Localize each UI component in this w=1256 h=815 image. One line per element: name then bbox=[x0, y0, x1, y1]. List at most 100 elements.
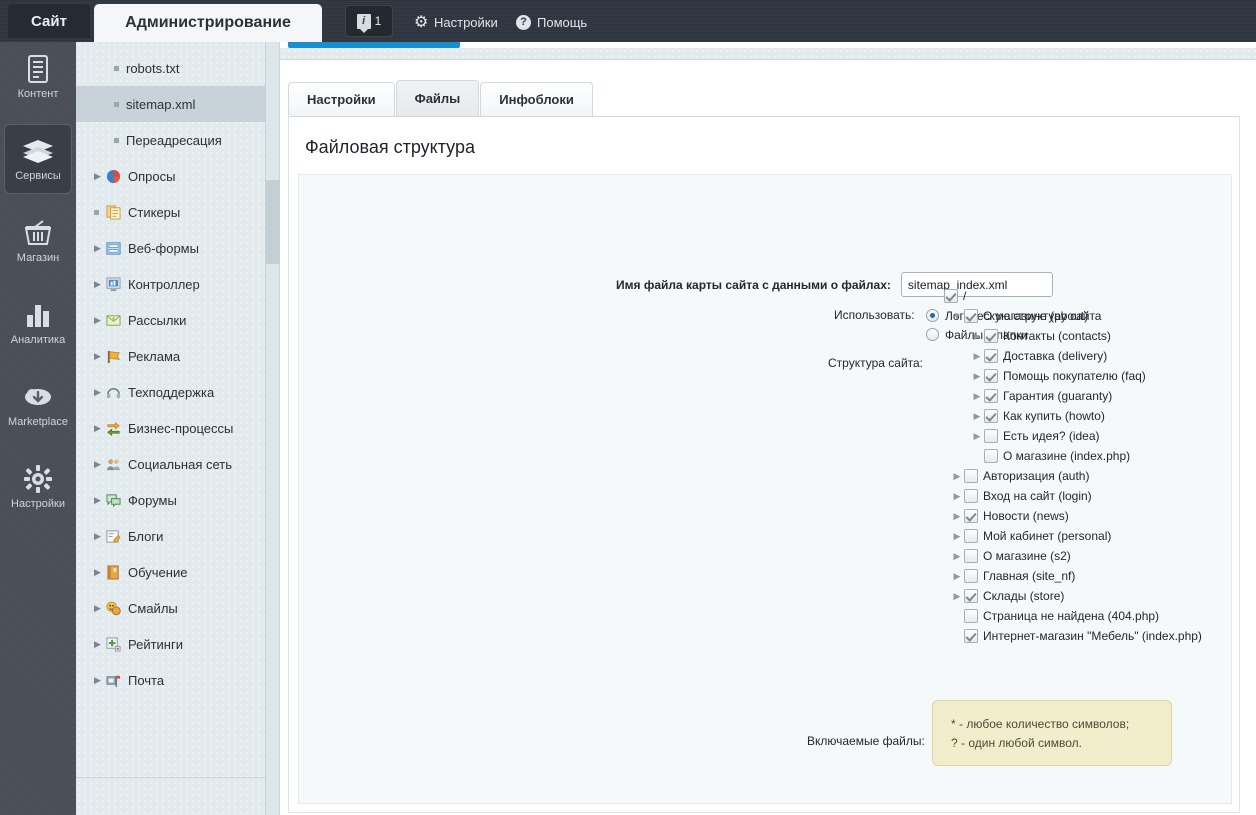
chevron-right-icon[interactable]: ▶ bbox=[970, 351, 984, 362]
chevron-right-icon[interactable]: ▶ bbox=[94, 603, 106, 614]
topbar-settings-button[interactable]: Настройки bbox=[414, 12, 498, 32]
chevron-right-icon[interactable]: ▶ bbox=[94, 351, 106, 362]
tree-node-checkbox[interactable] bbox=[984, 349, 998, 363]
nav-item-4[interactable]: ▶ Опросы bbox=[76, 158, 265, 194]
tree-node-checkbox[interactable] bbox=[964, 609, 978, 623]
tree-node-checkbox[interactable] bbox=[944, 289, 958, 303]
include-files-label: Включаемые файлы: bbox=[807, 733, 925, 748]
notifications-button[interactable]: i 1 bbox=[345, 5, 393, 37]
chevron-right-icon[interactable]: ▶ bbox=[970, 371, 984, 382]
chevron-right-icon[interactable]: ▶ bbox=[94, 531, 106, 542]
tree-node-checkbox[interactable] bbox=[964, 309, 978, 323]
nav-item-5[interactable]: Стикеры bbox=[76, 194, 265, 230]
chevron-right-icon[interactable]: ▶ bbox=[950, 471, 964, 482]
tree-node[interactable]: ▶ Мой кабинет (personal) bbox=[930, 526, 1202, 546]
chevron-right-icon[interactable]: ▶ bbox=[94, 495, 106, 506]
chevron-right-icon[interactable]: ▶ bbox=[94, 387, 106, 398]
chevron-right-icon[interactable]: ▶ bbox=[970, 411, 984, 422]
rail-item-5[interactable]: Marketplace bbox=[0, 370, 76, 440]
nav-item-13[interactable]: ▶ Форумы bbox=[76, 482, 265, 518]
tree-node[interactable]: ▶ Контакты (contacts) bbox=[930, 326, 1202, 346]
chevron-right-icon[interactable]: ▶ bbox=[970, 331, 984, 342]
tree-node[interactable]: ▶ Есть идея? (idea) bbox=[930, 426, 1202, 446]
tree-node-checkbox[interactable] bbox=[964, 469, 978, 483]
tree-node-checkbox[interactable] bbox=[964, 549, 978, 563]
tree-node[interactable]: ▶ Доставка (delivery) bbox=[930, 346, 1202, 366]
rail-item-3[interactable]: Магазин bbox=[0, 206, 76, 276]
tree-node[interactable]: Страница не найдена (404.php) bbox=[930, 606, 1202, 626]
chevron-right-icon[interactable]: ▶ bbox=[950, 511, 964, 522]
tree-node[interactable]: Интернет-магазин "Мебель" (index.php) bbox=[930, 626, 1202, 646]
tree-node-checkbox[interactable] bbox=[984, 409, 998, 423]
tree-node[interactable]: ▶ Склады (store) bbox=[930, 586, 1202, 606]
chevron-right-icon[interactable]: ▶ bbox=[94, 459, 106, 470]
rail-item-2[interactable]: Сервисы bbox=[4, 124, 72, 194]
topbar-help-button[interactable]: ? Помощь bbox=[516, 12, 587, 32]
chevron-right-icon[interactable]: ▶ bbox=[950, 491, 964, 502]
nav-item-3[interactable]: Переадресация bbox=[76, 122, 265, 158]
tree-node-checkbox[interactable] bbox=[984, 449, 998, 463]
tree-node[interactable]: ▶ Гарантия (guaranty) bbox=[930, 386, 1202, 406]
tree-node-checkbox[interactable] bbox=[964, 589, 978, 603]
tree-node-checkbox[interactable] bbox=[984, 329, 998, 343]
chevron-right-icon[interactable]: ▶ bbox=[970, 431, 984, 442]
tab-administration[interactable]: Администрирование bbox=[94, 4, 322, 42]
chevron-right-icon[interactable]: ▶ bbox=[94, 567, 106, 578]
chevron-right-icon[interactable]: ▶ bbox=[950, 571, 964, 582]
chevron-right-icon[interactable]: ▶ bbox=[94, 243, 106, 254]
tree-node-checkbox[interactable] bbox=[964, 489, 978, 503]
rail-item-4[interactable]: Аналитика bbox=[0, 288, 76, 358]
tree-node[interactable]: ▶ Как купить (howto) bbox=[930, 406, 1202, 426]
tree-node[interactable]: / bbox=[930, 286, 1202, 306]
gear-icon bbox=[414, 15, 428, 29]
tree-node[interactable]: ▶ Вход на сайт (login) bbox=[930, 486, 1202, 506]
nav-item-1[interactable]: robots.txt bbox=[76, 50, 265, 86]
tree-node-checkbox[interactable] bbox=[964, 629, 978, 643]
tree-node-checkbox[interactable] bbox=[984, 389, 998, 403]
nav-item-9[interactable]: ▶ Реклама bbox=[76, 338, 265, 374]
chevron-right-icon[interactable]: ▶ bbox=[94, 423, 106, 434]
chevron-right-icon[interactable]: ▶ bbox=[94, 315, 106, 326]
nav-item-12[interactable]: ▶ Социальная сеть bbox=[76, 446, 265, 482]
content-tab-3[interactable]: Инфоблоки bbox=[480, 82, 593, 116]
nav-item-17[interactable]: ▶ Рейтинги bbox=[76, 626, 265, 662]
tree-node[interactable]: ▶ Новости (news) bbox=[930, 506, 1202, 526]
nav-item-11[interactable]: ▶ Бизнес-процессы bbox=[76, 410, 265, 446]
nav-item-2[interactable]: sitemap.xml bbox=[76, 86, 265, 122]
chevron-right-icon[interactable]: ▶ bbox=[970, 391, 984, 402]
tree-node[interactable]: ▶ Авторизация (auth) bbox=[930, 466, 1202, 486]
nav-scrollbar-track[interactable] bbox=[266, 42, 280, 815]
tree-node-checkbox[interactable] bbox=[964, 509, 978, 523]
tree-node[interactable]: ▶ Помощь покупателю (faq) bbox=[930, 366, 1202, 386]
chevron-down-icon[interactable]: ▼ bbox=[950, 311, 964, 321]
rail-item-6[interactable]: Настройки bbox=[0, 452, 76, 522]
chevron-right-icon[interactable]: ▶ bbox=[950, 531, 964, 542]
tree-node[interactable]: ▼ О магазине (about) bbox=[930, 306, 1202, 326]
tree-node[interactable]: ▶ Главная (site_nf) bbox=[930, 566, 1202, 586]
tree-node[interactable]: ▶ О магазине (s2) bbox=[930, 546, 1202, 566]
chevron-right-icon[interactable]: ▶ bbox=[950, 551, 964, 562]
nav-item-16[interactable]: ▶ Смайлы bbox=[76, 590, 265, 626]
content-tab-1[interactable]: Настройки bbox=[288, 82, 395, 116]
chevron-right-icon[interactable]: ▶ bbox=[950, 591, 964, 602]
content-tab-2[interactable]: Файлы bbox=[395, 80, 480, 116]
rail-item-1[interactable]: Контент bbox=[0, 42, 76, 112]
tree-node-checkbox[interactable] bbox=[964, 569, 978, 583]
tab-site[interactable]: Сайт bbox=[8, 4, 90, 38]
tree-node-checkbox[interactable] bbox=[984, 369, 998, 383]
chevron-right-icon[interactable]: ▶ bbox=[94, 675, 106, 686]
chevron-right-icon[interactable]: ▶ bbox=[94, 279, 106, 290]
nav-item-14[interactable]: ▶ Блоги bbox=[76, 518, 265, 554]
nav-item-10[interactable]: ▶ Техподдержка bbox=[76, 374, 265, 410]
tree-node-checkbox[interactable] bbox=[984, 429, 998, 443]
nav-item-6[interactable]: ▶ Веб-формы bbox=[76, 230, 265, 266]
nav-item-18[interactable]: ▶ Почта bbox=[76, 662, 265, 698]
tree-node[interactable]: О магазине (index.php) bbox=[930, 446, 1202, 466]
chevron-right-icon[interactable]: ▶ bbox=[94, 171, 106, 182]
nav-scrollbar-thumb[interactable] bbox=[266, 180, 280, 264]
tree-node-checkbox[interactable] bbox=[964, 529, 978, 543]
nav-item-7[interactable]: ▶ Контроллер bbox=[76, 266, 265, 302]
nav-item-15[interactable]: ▶ Обучение bbox=[76, 554, 265, 590]
nav-item-8[interactable]: ▶ Рассылки bbox=[76, 302, 265, 338]
chevron-right-icon[interactable]: ▶ bbox=[94, 639, 106, 650]
